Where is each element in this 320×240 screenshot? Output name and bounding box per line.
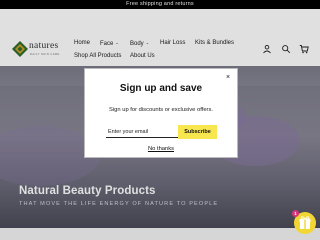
gift-badge: 1 <box>292 210 299 217</box>
popup-title: Sign up and save <box>119 83 203 94</box>
subscribe-button[interactable]: Subscribe <box>178 125 217 139</box>
no-thanks-link[interactable]: No thanks <box>85 146 237 152</box>
close-icon[interactable]: × <box>226 74 230 81</box>
signup-popup: × Sign up and save Sign up for discounts… <box>84 68 238 158</box>
email-field[interactable] <box>106 126 182 138</box>
popup-subtitle: Sign up for discounts or exclusive offer… <box>109 107 213 113</box>
